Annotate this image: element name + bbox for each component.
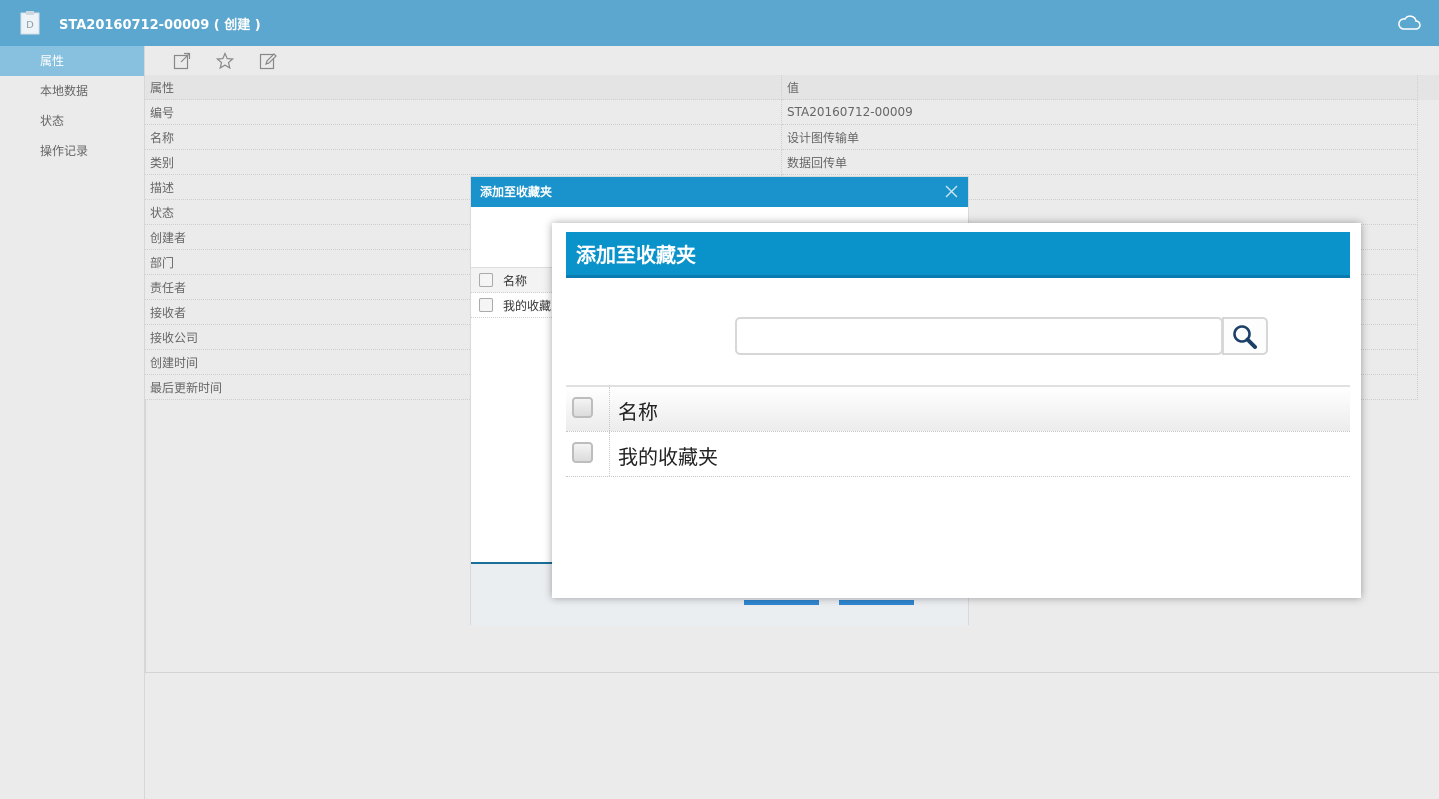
confirm-button[interactable] — [744, 600, 819, 605]
favorite-folder-name: 我的收藏 — [503, 299, 552, 313]
property-name: 名称 — [145, 124, 782, 150]
sidebar-item-properties[interactable]: 属性 — [0, 46, 144, 76]
column-divider — [609, 387, 611, 431]
sidebar-item-status[interactable]: 状态 — [0, 106, 144, 136]
item-checkbox[interactable] — [479, 298, 493, 312]
table-header-row: 属性 值 — [145, 75, 1418, 100]
column-divider — [609, 432, 611, 476]
add-to-favorites-dialog: 添加至收藏夹 名称 我的收藏夹 — [552, 223, 1361, 598]
item-checkbox[interactable] — [572, 442, 593, 463]
table-row[interactable]: 类别 数据回传单 — [145, 149, 1418, 175]
favorite-folder-name: 我的收藏夹 — [618, 445, 718, 469]
search-button[interactable] — [1222, 317, 1268, 355]
star-icon[interactable] — [216, 52, 234, 70]
dialog-title: 添加至收藏夹 — [480, 185, 553, 199]
select-all-checkbox[interactable] — [479, 273, 493, 287]
property-value: 数据回传单 — [781, 149, 1418, 175]
property-name: 类别 — [145, 149, 782, 175]
column-header-name: 名称 — [503, 274, 528, 288]
svg-text:D: D — [26, 20, 34, 31]
document-icon: D — [20, 11, 40, 35]
search-icon — [1233, 325, 1257, 349]
table-row[interactable]: 编号 STA20160712-00009 — [145, 99, 1418, 125]
cloud-icon[interactable] — [1397, 12, 1421, 32]
toolbar — [145, 46, 1439, 75]
favorites-table: 名称 我的收藏夹 — [566, 385, 1350, 477]
select-all-checkbox[interactable] — [572, 397, 593, 418]
table-header-row: 名称 — [566, 385, 1350, 432]
dialog-header: 添加至收藏夹 — [471, 177, 968, 207]
title-bar: D STA20160712-00009 ( 创建 ) — [0, 0, 1439, 46]
edit-icon[interactable] — [259, 52, 277, 70]
table-header-filler — [1418, 75, 1439, 100]
sidebar-item-operation-log[interactable]: 操作记录 — [0, 136, 144, 166]
close-icon[interactable] — [945, 185, 958, 198]
property-value: STA20160712-00009 — [781, 99, 1418, 125]
column-header-property: 属性 — [145, 75, 782, 100]
cancel-button[interactable] — [839, 600, 914, 605]
dialog-title: 添加至收藏夹 — [566, 232, 1350, 278]
sidebar: 属性 本地数据 状态 操作记录 — [0, 46, 145, 799]
property-name: 编号 — [145, 99, 782, 125]
external-link-icon[interactable] — [173, 52, 191, 70]
content-divider — [145, 400, 146, 672]
table-row[interactable]: 名称 设计图传输单 — [145, 124, 1418, 150]
column-header-name: 名称 — [618, 400, 658, 424]
column-header-value: 值 — [781, 75, 1418, 100]
search-input[interactable] — [735, 317, 1223, 355]
list-item[interactable]: 我的收藏夹 — [566, 432, 1350, 477]
window-title: STA20160712-00009 ( 创建 ) — [59, 18, 261, 33]
sidebar-item-local-data[interactable]: 本地数据 — [0, 76, 144, 106]
property-value: 设计图传输单 — [781, 124, 1418, 150]
content-divider — [145, 672, 1439, 673]
